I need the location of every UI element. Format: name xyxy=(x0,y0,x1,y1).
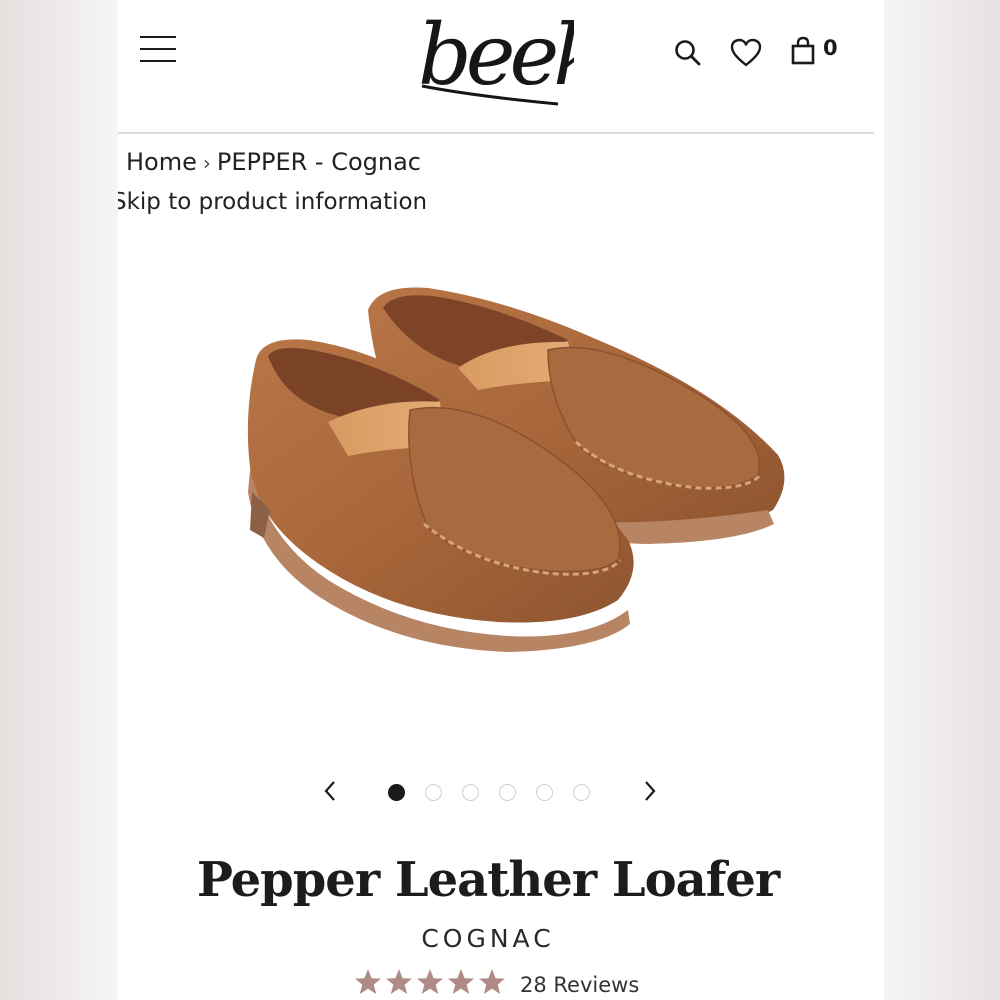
background-right-margin xyxy=(884,0,1000,1000)
product-image[interactable] xyxy=(178,270,798,690)
product-title: Pepper Leather Loafer xyxy=(196,852,780,908)
background-left-margin xyxy=(0,0,118,1000)
heart-icon[interactable] xyxy=(730,38,762,68)
reviews-link[interactable]: 28 Reviews xyxy=(520,973,639,997)
star-icon xyxy=(479,969,505,994)
carousel-dot-2[interactable] xyxy=(425,784,442,801)
shopping-bag-icon[interactable] xyxy=(790,36,816,66)
breadcrumb-current: PEPPER - Cognac xyxy=(216,148,422,176)
carousel-dot-5[interactable] xyxy=(536,784,553,801)
skip-to-product-link[interactable]: Skip to product information xyxy=(118,189,427,215)
breadcrumb-separator: › xyxy=(202,151,211,175)
star-icon xyxy=(448,969,474,994)
product-color: COGNAC xyxy=(421,924,555,953)
breadcrumb: Home › PEPPER - Cognac xyxy=(126,148,421,176)
chevron-left-icon[interactable] xyxy=(322,776,338,806)
chevron-right-icon[interactable] xyxy=(642,776,658,806)
breadcrumb-home-link[interactable]: Home xyxy=(126,148,197,176)
search-icon[interactable] xyxy=(674,38,702,68)
carousel-dot-6[interactable] xyxy=(573,784,590,801)
carousel-dot-1[interactable] xyxy=(388,784,405,801)
star-icon xyxy=(417,969,443,994)
hamburger-menu-icon[interactable] xyxy=(140,36,176,64)
brand-logo[interactable]: beek.. xyxy=(414,0,646,112)
carousel-dot-4[interactable] xyxy=(499,784,516,801)
star-icon xyxy=(355,969,381,994)
cart-count-badge[interactable]: 0 xyxy=(823,36,838,60)
header-divider xyxy=(118,132,874,134)
product-page: beek.. 0 Home›PEPPER - Cognac Skip to pr… xyxy=(118,0,884,1000)
star-icon xyxy=(386,969,412,994)
carousel-dot-3[interactable] xyxy=(462,784,479,801)
